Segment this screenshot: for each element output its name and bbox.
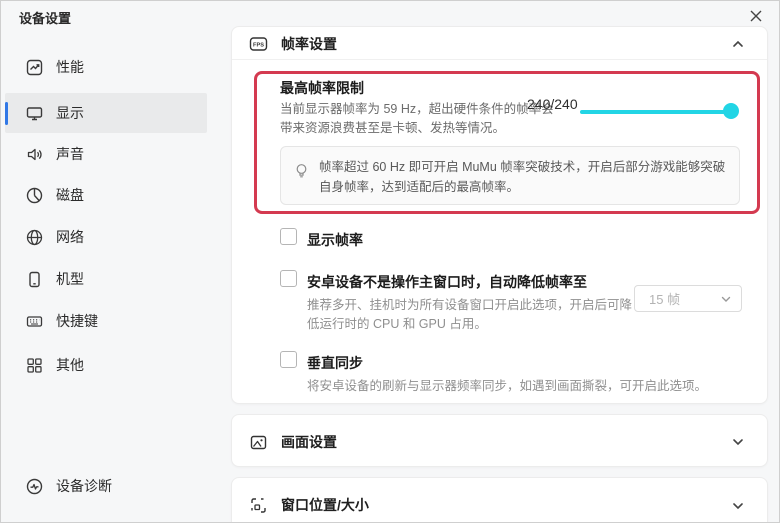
fps-tip-text: 帧率超过 60 Hz 即可开启 MuMu 帧率突破技术，开启后部分游戏能够突破自… (319, 157, 727, 197)
fps-tip-box: 帧率超过 60 Hz 即可开启 MuMu 帧率突破技术，开启后部分游戏能够突破自… (280, 146, 740, 205)
diagnostics-icon (25, 477, 43, 495)
device-settings-dialog: 设备设置 性能 显示 声音 磁盘 (0, 0, 780, 523)
section-title: 画面设置 (281, 432, 337, 452)
sidebar-item-other[interactable]: 其他 (1, 345, 207, 385)
show-fps-label: 显示帧率 (307, 230, 363, 250)
lightbulb-icon (294, 163, 309, 180)
sidebar-selected-indicator (5, 102, 8, 125)
sidebar-item-label: 快捷键 (56, 311, 98, 331)
max-fps-limit-description: 当前显示器帧率为 59 Hz，超出硬件条件的帧率会带来资源浪费甚至是卡顿、发热等… (280, 100, 554, 139)
max-fps-limit-title: 最高帧率限制 (280, 78, 364, 98)
other-icon (25, 356, 43, 374)
window-resize-icon (249, 497, 268, 514)
section-title: 帧率设置 (281, 34, 337, 54)
fps-icon: FPS (249, 36, 268, 53)
sidebar-item-network[interactable]: 网络 (1, 217, 207, 257)
auto-lower-fps-checkbox[interactable] (280, 270, 297, 287)
sound-icon (25, 145, 43, 163)
auto-lower-fps-label: 安卓设备不是操作主窗口时，自动降低帧率至 (307, 272, 587, 292)
sidebar-item-disk[interactable]: 磁盘 (1, 175, 207, 215)
display-icon (25, 104, 43, 122)
sidebar-item-label: 声音 (56, 144, 84, 164)
sidebar: 性能 显示 声音 磁盘 网络 (1, 1, 216, 523)
header-divider (232, 59, 767, 60)
sidebar-item-label: 显示 (56, 103, 84, 123)
window-position-size-header: 窗口位置/大小 (249, 489, 369, 521)
frame-rate-settings-header[interactable]: FPS 帧率设置 (249, 28, 337, 60)
picture-settings-header: 画面设置 (249, 426, 337, 458)
sidebar-item-shortcut-keys[interactable]: 快捷键 (1, 301, 207, 341)
sidebar-item-display[interactable]: 显示 (5, 93, 207, 133)
sidebar-item-device-model[interactable]: 机型 (1, 259, 207, 299)
sidebar-item-label: 网络 (56, 227, 84, 247)
show-fps-checkbox[interactable] (280, 228, 297, 245)
sidebar-item-label: 机型 (56, 269, 84, 289)
fps-slider-thumb[interactable] (723, 103, 739, 119)
chevron-down-icon[interactable] (731, 499, 745, 513)
fps-target-dropdown-value: 15 帧 (649, 289, 680, 308)
vsync-description: 将安卓设备的刷新与显示器频率同步，如遇到画面撕裂，可开启此选项。 (307, 377, 769, 396)
close-icon[interactable] (743, 4, 769, 28)
vsync-checkbox[interactable] (280, 351, 297, 368)
sidebar-item-diagnostics[interactable]: 设备诊断 (1, 466, 207, 506)
disk-icon (25, 186, 43, 204)
vsync-label: 垂直同步 (307, 353, 363, 373)
fps-slider-value: 240/240 (527, 96, 578, 112)
fps-target-dropdown[interactable]: 15 帧 (634, 285, 742, 312)
sidebar-item-label: 其他 (56, 355, 84, 375)
auto-lower-fps-description: 推荐多开、挂机时为所有设备窗口开启此选项，开启后可降低运行时的 CPU 和 GP… (307, 296, 639, 335)
sidebar-item-performance[interactable]: 性能 (1, 47, 207, 87)
chevron-up-icon[interactable] (731, 37, 745, 51)
chevron-down-icon[interactable] (731, 435, 745, 449)
frame-rate-settings-card: FPS 帧率设置 最高帧率限制 当前显示器帧率为 59 Hz，超出硬件条件的帧率… (231, 26, 768, 404)
window-position-size-card[interactable]: 窗口位置/大小 (231, 477, 768, 523)
sidebar-item-sound[interactable]: 声音 (1, 134, 207, 174)
performance-icon (25, 58, 43, 76)
picture-icon (249, 434, 268, 451)
sidebar-item-label: 设备诊断 (56, 476, 112, 496)
shortcut-keys-icon (25, 312, 43, 330)
fps-slider[interactable] (580, 110, 733, 114)
sidebar-item-label: 性能 (56, 57, 84, 77)
sidebar-item-label: 磁盘 (56, 185, 84, 205)
picture-settings-card[interactable]: 画面设置 (231, 414, 768, 467)
section-title: 窗口位置/大小 (281, 495, 369, 515)
network-icon (25, 228, 43, 246)
svg-text:FPS: FPS (253, 43, 264, 49)
device-model-icon (25, 270, 43, 288)
chevron-down-icon (720, 293, 732, 305)
